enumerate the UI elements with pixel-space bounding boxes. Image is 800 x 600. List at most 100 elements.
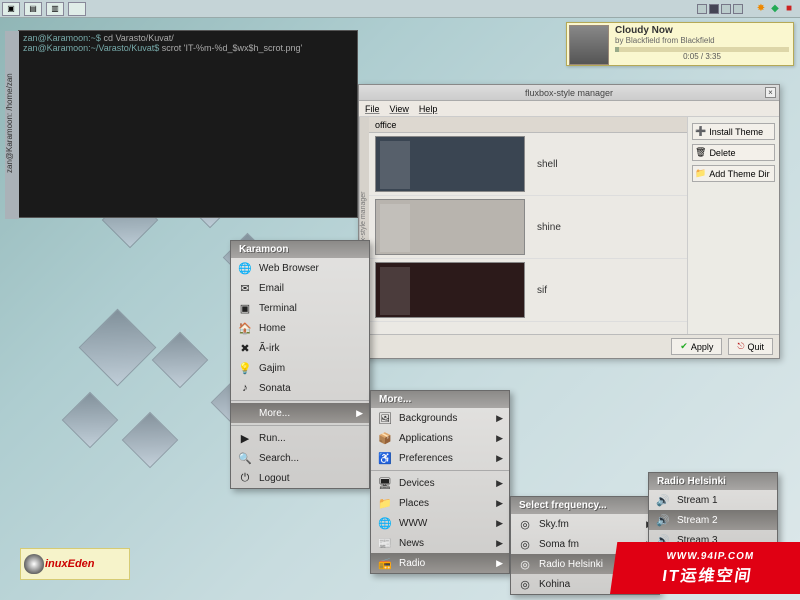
menu-item[interactable]: ▶ Run... [231, 428, 369, 448]
menu-item-label: Terminal [259, 303, 363, 314]
terminal-titlebar[interactable]: zan@Karamoon: /home/zan [5, 31, 19, 219]
quit-button[interactable]: ⎋Quit [728, 338, 773, 355]
apply-button[interactable]: ✔Apply [671, 338, 722, 355]
workspace-pager[interactable] [696, 4, 744, 14]
terminal-prompt: zan@Karamoon:~$ [23, 33, 103, 43]
menu-item[interactable]: 📦Applications▶ [371, 428, 509, 448]
style-manager-window: fluxbox-style manager × File View Help f… [358, 84, 780, 359]
menu-item-label: Home [259, 323, 363, 334]
menu-view[interactable]: View [390, 104, 409, 114]
menu-item[interactable]: 📰News▶ [371, 533, 509, 553]
taskbar: ▣ ▤ ▥ ✸ ◆ ■ [0, 0, 800, 18]
taskbar-item[interactable]: ▤ [24, 2, 42, 16]
menu-item-icon: 🏠 [237, 320, 253, 336]
menu-item[interactable]: 🖥Devices▶ [371, 473, 509, 493]
menu-item-icon: ▶ [237, 430, 253, 446]
menu-title: Select frequency... [511, 497, 659, 514]
menu-item[interactable]: ♿Preferences▶ [371, 448, 509, 468]
submenu-arrow-icon: ▶ [496, 453, 503, 464]
trash-icon: 🗑 [695, 147, 706, 158]
progress-fill [615, 47, 619, 52]
menu-item[interactable]: ✖Ã-irk [231, 338, 369, 358]
track-time: 0:05 / 3:35 [615, 52, 789, 61]
menu-item[interactable]: 🖼Backgrounds▶ [371, 408, 509, 428]
menu-item-icon: 📁 [377, 495, 393, 511]
menu-item[interactable]: ▣ Terminal [231, 298, 369, 318]
menu-item-label: Stream 1 [677, 495, 771, 506]
taskbar-item[interactable]: ▣ [2, 2, 20, 16]
tray-icon[interactable]: ◆ [769, 3, 781, 15]
category-tab[interactable]: office [369, 117, 687, 133]
menu-title: More... [371, 391, 509, 408]
menu-item-label: Stream 2 [677, 515, 771, 526]
menu-item[interactable]: ⏻Logout [231, 468, 369, 488]
menu-item-icon: 🖥 [377, 475, 393, 491]
menu-title: Karamoon [231, 241, 369, 258]
menu-item[interactable]: 🏠 Home [231, 318, 369, 338]
submenu-arrow-icon: ▶ [496, 538, 503, 549]
album-art [569, 25, 609, 65]
track-artist: by Blackfield from Blackfield [615, 36, 789, 45]
taskbar-item[interactable]: ▥ [46, 2, 64, 16]
menu-item-icon: 🌐 [237, 260, 253, 276]
window-titlebar[interactable]: fluxbox-style manager × [359, 85, 779, 101]
menu-item-label: News [399, 538, 496, 549]
install-theme-button[interactable]: ➕Install Theme [692, 123, 775, 140]
menu-item[interactable]: More...▶ [231, 403, 369, 423]
theme-thumbnail [375, 262, 525, 318]
theme-row[interactable]: shell [369, 133, 687, 196]
theme-list: office shell shine sif [369, 117, 687, 334]
check-icon: ✔ [680, 341, 688, 352]
terminal-window[interactable]: zan@Karamoon: /home/zan zan@Karamoon:~$ … [18, 30, 358, 218]
helsinki-submenu: Radio Helsinki 🔊Stream 1🔊Stream 2🔊Stream… [648, 472, 778, 551]
taskbar-item[interactable] [68, 2, 86, 16]
tray-icon[interactable]: ■ [783, 3, 795, 15]
submenu-arrow-icon: ▶ [496, 498, 503, 509]
menu-item-icon: ✖ [237, 340, 253, 356]
theme-row[interactable]: shine [369, 196, 687, 259]
menu-item[interactable]: 🔍Search... [231, 448, 369, 468]
menu-help[interactable]: Help [419, 104, 438, 114]
menu-item[interactable]: 🔊Stream 1 [649, 490, 777, 510]
submenu-arrow-icon: ▶ [496, 413, 503, 424]
menu-item-icon: ▣ [237, 300, 253, 316]
menu-item-label: Gajim [259, 363, 363, 374]
menu-item-label: Places [399, 498, 496, 509]
window-footer: ✔Apply ⎋Quit [359, 334, 779, 358]
tray-icon[interactable]: ✸ [755, 3, 767, 15]
watermark-banner: WWW.94IP.COM IT运维空间 [610, 542, 800, 594]
plus-icon: ➕ [695, 126, 706, 137]
add-theme-dir-button[interactable]: 📁Add Theme Dir [692, 165, 775, 182]
music-player[interactable]: Cloudy Now by Blackfield from Blackfield… [566, 22, 794, 66]
menu-item-icon [237, 405, 253, 421]
menu-item[interactable]: 🌐WWW▶ [371, 513, 509, 533]
menu-item[interactable]: 📁 Places▶ [371, 493, 509, 513]
menu-item[interactable]: 📻Radio▶ [371, 553, 509, 573]
delete-theme-button[interactable]: 🗑Delete [692, 144, 775, 161]
menu-item-label: Run... [259, 433, 363, 444]
menu-item-label: More... [259, 408, 356, 419]
close-icon[interactable]: × [765, 87, 776, 98]
menu-item-icon: ✉ [237, 280, 253, 296]
theme-thumbnail [375, 136, 525, 192]
menu-item[interactable]: 🌐Web Browser [231, 258, 369, 278]
menu-item[interactable]: 💡 Gajim [231, 358, 369, 378]
menu-item-icon: 💡 [237, 360, 253, 376]
menu-item[interactable]: ✉Email [231, 278, 369, 298]
linuxeden-logo: inuxEden [20, 548, 130, 580]
progress-bar[interactable] [615, 47, 789, 52]
watermark-url: WWW.94IP.COM [666, 551, 755, 562]
menu-item-label: Sky.fm [539, 519, 646, 530]
menu-file[interactable]: File [365, 104, 380, 114]
menu-item[interactable]: 🔊Stream 2 [649, 510, 777, 530]
menubar: File View Help [359, 101, 779, 117]
menu-item[interactable]: ◎Sky.fm▶ [511, 514, 659, 534]
track-title: Cloudy Now [615, 25, 789, 36]
menu-item-label: Logout [259, 473, 363, 484]
menu-item-label: Applications [399, 433, 496, 444]
menu-item-icon: 🌐 [377, 515, 393, 531]
theme-row[interactable]: sif [369, 259, 687, 322]
terminal-prompt: zan@Karamoon:~/Varasto/Kuvat$ [23, 43, 162, 53]
exit-icon: ⎋ [737, 341, 744, 352]
menu-item[interactable]: ♪Sonata [231, 378, 369, 398]
